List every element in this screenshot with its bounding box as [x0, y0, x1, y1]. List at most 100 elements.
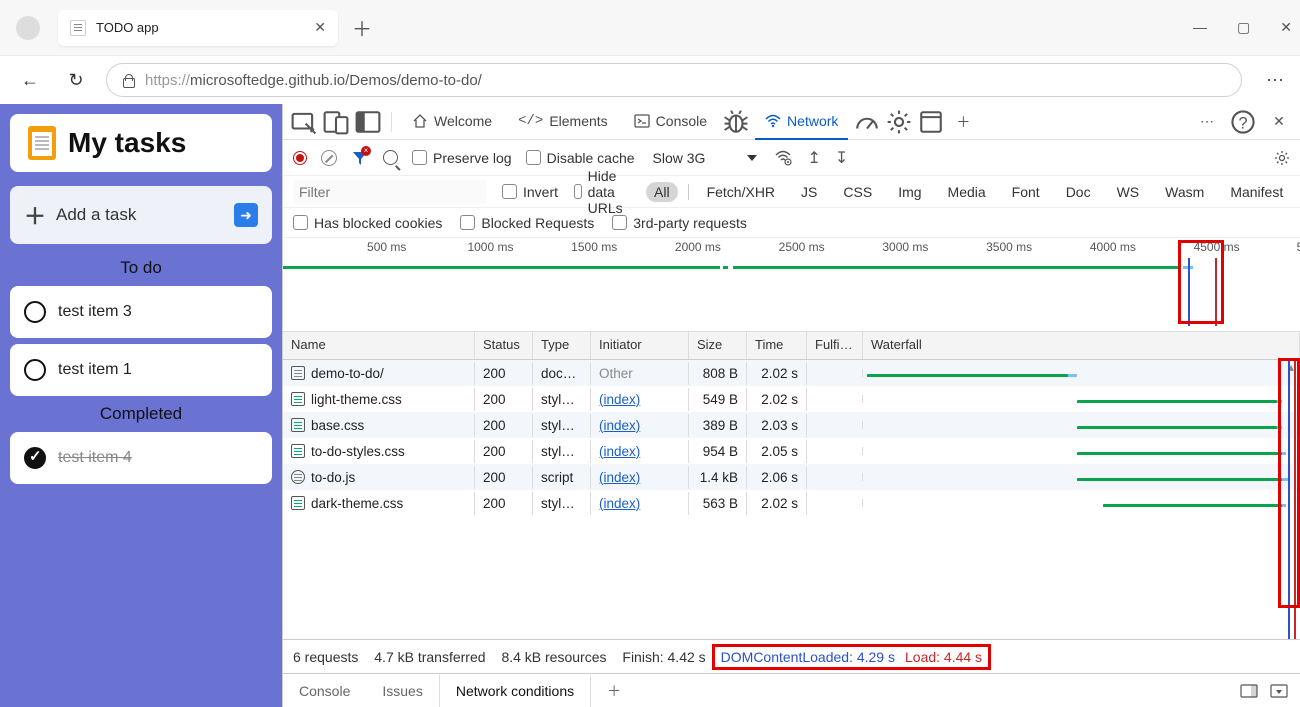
overview-highlight — [1178, 240, 1224, 324]
tab-close-icon[interactable]: ✕ — [314, 19, 326, 36]
filter-type-manifest[interactable]: Manifest — [1222, 182, 1291, 202]
filter-type-doc[interactable]: Doc — [1058, 182, 1099, 202]
browser-tab[interactable]: TODO app ✕ — [58, 10, 338, 46]
filter-type-font[interactable]: Font — [1004, 182, 1048, 202]
initiator-cell[interactable]: (index) — [591, 492, 689, 515]
overview-timeline[interactable]: 500 ms1000 ms1500 ms2000 ms2500 ms3000 m… — [283, 238, 1300, 332]
timing-highlight: DOMContentLoaded: 4.29 s Load: 4.44 s — [712, 644, 991, 670]
task-checkbox[interactable] — [24, 301, 46, 323]
add-task-label: Add a task — [56, 205, 234, 225]
drawer: Console Issues Network conditions ＋ — [283, 673, 1300, 707]
profile-avatar[interactable] — [16, 16, 40, 40]
has-blocked-cookies-checkbox[interactable]: Has blocked cookies — [293, 215, 442, 231]
filter-type-img[interactable]: Img — [890, 182, 929, 202]
address-bar[interactable]: https://microsoftedge.github.io/Demos/de… — [106, 63, 1242, 97]
task-item[interactable]: test item 4 — [10, 432, 272, 484]
request-row[interactable]: demo-to-do/ 200 docu… Other 808 B 2.02 s — [283, 360, 1300, 386]
throttling-select[interactable]: Slow 3G — [649, 150, 762, 166]
disable-cache-checkbox[interactable]: Disable cache — [526, 150, 635, 166]
help-icon[interactable]: ? — [1230, 109, 1256, 135]
tab-console[interactable]: Console — [624, 104, 717, 140]
refresh-button[interactable]: ↻ — [60, 64, 92, 96]
filter-input[interactable] — [293, 180, 486, 204]
filter-type-wasm[interactable]: Wasm — [1157, 182, 1212, 202]
home-icon — [412, 113, 428, 129]
initiator-cell[interactable]: (index) — [591, 388, 689, 411]
url-text: https://microsoftedge.github.io/Demos/de… — [145, 72, 482, 89]
initiator-cell[interactable]: (index) — [591, 466, 689, 489]
waterfall-load-line — [1294, 360, 1296, 639]
new-tab-button[interactable]: ＋ — [352, 13, 372, 42]
third-party-checkbox[interactable]: 3rd-party requests — [612, 215, 747, 231]
preserve-log-checkbox[interactable]: Preserve log — [412, 150, 512, 166]
request-row[interactable]: light-theme.css 200 styles… (index) 549 … — [283, 386, 1300, 412]
filter-type-css[interactable]: CSS — [835, 182, 880, 202]
application-icon[interactable] — [918, 109, 944, 135]
clear-icon[interactable] — [321, 150, 337, 166]
request-row[interactable]: to-do-styles.css 200 styles… (index) 954… — [283, 438, 1300, 464]
tab-elements[interactable]: </> Elements — [508, 104, 618, 140]
filter-type-media[interactable]: Media — [940, 182, 994, 202]
network-conditions-icon[interactable] — [775, 150, 793, 166]
download-har-icon[interactable]: ↧ — [835, 148, 848, 168]
upload-har-icon[interactable]: ↥ — [807, 148, 820, 168]
more-tabs-icon[interactable]: ＋ — [950, 109, 976, 135]
blocked-requests-checkbox[interactable]: Blocked Requests — [460, 215, 594, 231]
screenshot-icon[interactable] — [355, 109, 381, 135]
dcl-text: DOMContentLoaded: 4.29 s — [721, 649, 895, 665]
invert-checkbox[interactable]: Invert — [502, 184, 558, 200]
browser-more-icon[interactable]: ⋯ — [1266, 70, 1286, 91]
request-name: to-do.js — [311, 470, 355, 485]
tab-network[interactable]: Network — [755, 104, 848, 140]
request-name: dark-theme.css — [311, 496, 403, 511]
window-maximize-icon[interactable]: ▢ — [1237, 19, 1250, 36]
todo-title: My tasks — [68, 127, 186, 159]
add-task-row[interactable]: ＋ Add a task ➜ — [10, 186, 272, 244]
lock-icon — [121, 73, 135, 87]
grid-header[interactable]: Name Status Type Initiator Size Time Ful… — [283, 332, 1300, 360]
settings-gear-icon[interactable] — [886, 109, 912, 135]
window-minimize-icon[interactable]: ― — [1193, 19, 1207, 36]
task-item[interactable]: test item 3 — [10, 286, 272, 338]
bug-icon[interactable] — [723, 109, 749, 135]
devtools-close-icon[interactable]: ✕ — [1266, 109, 1292, 135]
initiator-cell[interactable]: (index) — [591, 440, 689, 463]
initiator-cell[interactable]: (index) — [591, 414, 689, 437]
filter-toggle-icon[interactable]: × — [351, 149, 369, 167]
performance-icon[interactable] — [854, 109, 880, 135]
drawer-tab-network-conditions[interactable]: Network conditions — [439, 674, 591, 707]
filter-type-ws[interactable]: WS — [1109, 182, 1148, 202]
filter-type-fetchxhr[interactable]: Fetch/XHR — [699, 182, 783, 202]
file-icon — [291, 418, 305, 432]
drawer-expand-icon[interactable] — [1270, 684, 1288, 698]
request-row[interactable]: base.css 200 styles… (index) 389 B 2.03 … — [283, 412, 1300, 438]
code-icon: </> — [518, 113, 543, 129]
request-row[interactable]: dark-theme.css 200 styles… (index) 563 B… — [283, 490, 1300, 516]
waterfall-cell — [863, 447, 1300, 455]
tab-welcome[interactable]: Welcome — [402, 104, 502, 140]
drawer-add-tab-icon[interactable]: ＋ — [591, 674, 637, 707]
request-row[interactable]: to-do.js 200 script (index) 1.4 kB 2.06 … — [283, 464, 1300, 490]
load-text: Load: 4.44 s — [905, 649, 982, 665]
task-item[interactable]: test item 1 — [10, 344, 272, 396]
add-task-submit-icon[interactable]: ➜ — [234, 203, 258, 227]
filter-type-all[interactable]: All — [646, 182, 678, 202]
network-settings-icon[interactable] — [1274, 150, 1290, 166]
record-icon[interactable] — [293, 151, 307, 165]
drawer-dock-icon[interactable] — [1240, 684, 1258, 698]
initiator-cell: Other — [591, 362, 689, 385]
back-button[interactable]: ← — [14, 64, 46, 96]
drawer-tab-console[interactable]: Console — [283, 674, 366, 707]
waterfall-cell — [863, 473, 1300, 481]
task-checkbox[interactable] — [24, 447, 46, 469]
search-icon[interactable] — [383, 150, 398, 165]
device-toggle-icon[interactable] — [323, 109, 349, 135]
task-checkbox[interactable] — [24, 359, 46, 381]
drawer-tab-issues[interactable]: Issues — [366, 674, 438, 707]
tab-title: TODO app — [96, 20, 304, 35]
devtools-more-icon[interactable]: ⋯ — [1194, 109, 1220, 135]
filter-type-js[interactable]: JS — [793, 182, 825, 202]
inspect-icon[interactable] — [291, 109, 317, 135]
window-close-icon[interactable]: ✕ — [1280, 19, 1292, 36]
file-icon — [291, 392, 305, 406]
